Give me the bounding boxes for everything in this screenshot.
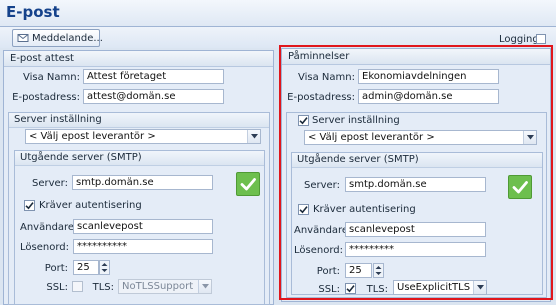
ssl-label: SSL:	[46, 282, 68, 293]
tls-select-value: UseExplicitTLS	[397, 282, 471, 293]
user-label: Användare:	[294, 225, 352, 236]
smtp-group-title: Utgående server (SMTP)	[15, 151, 264, 166]
password-input[interactable]: **********	[73, 239, 213, 254]
spinner-arrows-icon	[375, 266, 382, 275]
password-label: Lösenord:	[20, 242, 69, 253]
display-name-input[interactable]: Ekonomiavdelningen	[358, 69, 499, 84]
message-button[interactable]: Meddelande...	[12, 29, 103, 47]
server-settings-title: Server inställning	[312, 115, 400, 126]
server-input[interactable]: smtp.domän.se	[345, 177, 486, 192]
email-input[interactable]: attest@domän.se	[83, 89, 224, 104]
auth-label: Kräver autentisering	[313, 204, 416, 215]
user-input[interactable]: scanlevepost	[73, 219, 213, 234]
provider-select-value: < Välj epost leverantör >	[29, 131, 156, 142]
chevron-down-icon[interactable]	[198, 280, 211, 293]
display-name-label: Visa Namn:	[298, 72, 355, 83]
password-input[interactable]: *********	[345, 242, 486, 257]
smtp-group-title: Utgående server (SMTP)	[292, 153, 542, 168]
auth-checkbox[interactable]	[298, 204, 309, 215]
port-input[interactable]: 25	[345, 263, 372, 278]
checkmark-icon	[512, 181, 528, 194]
server-settings-checkbox[interactable]	[298, 115, 309, 126]
provider-select-value: < Välj epost leverantör >	[308, 132, 435, 143]
display-name-label: Visa Namn:	[23, 72, 80, 83]
email-input[interactable]: admin@domän.se	[358, 89, 499, 104]
email-label: E-postadress:	[287, 92, 355, 103]
checkmark-icon	[240, 178, 256, 191]
tls-select-value: NoTLSSupport	[122, 281, 194, 292]
auth-checkbox[interactable]	[24, 200, 35, 211]
ssl-checkbox[interactable]	[72, 281, 83, 292]
server-label: Server:	[304, 180, 340, 191]
spinner-arrows-icon	[101, 263, 108, 272]
chevron-down-icon[interactable]	[523, 131, 536, 144]
provider-select[interactable]: < Välj epost leverantör >	[304, 130, 537, 145]
email-label: E-postadress:	[12, 92, 80, 103]
auth-label: Kräver autentisering	[39, 200, 142, 211]
server-label: Server:	[32, 178, 68, 189]
message-button-label: Meddelande...	[32, 32, 103, 44]
user-input[interactable]: scanlevepost	[345, 222, 486, 237]
user-label: Användare:	[20, 222, 78, 233]
server-input[interactable]: smtp.domän.se	[72, 175, 213, 190]
provider-select[interactable]: < Välj epost leverantör >	[25, 129, 261, 144]
port-spinner[interactable]	[99, 260, 110, 275]
chevron-down-icon[interactable]	[473, 281, 486, 294]
tls-label: TLS:	[366, 284, 388, 295]
port-input[interactable]: 25	[73, 260, 99, 275]
attest-panel-title: E-post attest	[4, 51, 273, 67]
logging-label: Logging	[499, 34, 539, 45]
ssl-label: SSL:	[318, 284, 340, 295]
verify-button[interactable]	[508, 175, 532, 199]
server-settings-title: Server inställning	[9, 113, 269, 128]
display-name-input[interactable]: Attest företaget	[83, 69, 224, 84]
envelope-icon	[17, 32, 29, 44]
tls-label: TLS:	[92, 282, 114, 293]
logging-checkbox[interactable]	[536, 34, 546, 44]
port-label: Port:	[44, 263, 68, 274]
title-bar	[0, 0, 556, 26]
password-label: Lösenord:	[294, 245, 343, 256]
verify-button[interactable]	[236, 172, 260, 196]
page-title: E-post	[6, 3, 60, 21]
ssl-checkbox[interactable]	[345, 283, 356, 294]
port-spinner[interactable]	[373, 263, 384, 278]
chevron-down-icon[interactable]	[247, 130, 260, 143]
port-label: Port:	[316, 266, 340, 277]
